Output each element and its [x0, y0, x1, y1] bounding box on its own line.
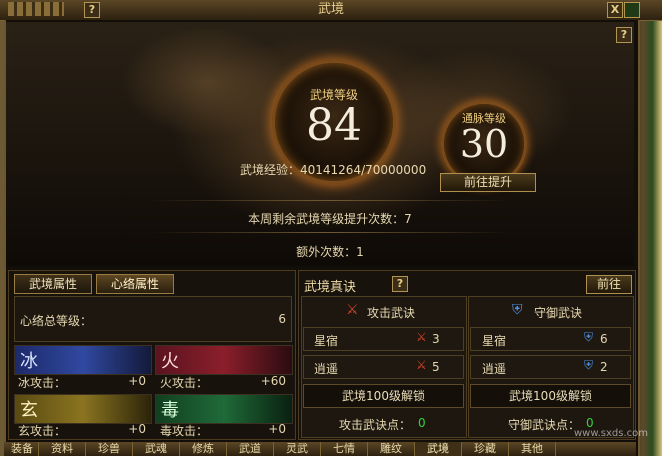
bottom-tab-equipment[interactable]: 装备: [6, 442, 39, 456]
defense-row-name: 逍遥: [482, 362, 507, 376]
defense-header: 守御武诀: [534, 306, 583, 320]
bottom-tab-wuhun[interactable]: 武魂: [133, 442, 180, 456]
xuan-glyph: 玄: [20, 400, 38, 421]
poison-glyph: 毒: [161, 400, 179, 421]
defense-unlock-slot[interactable]: 武境100级解锁: [470, 384, 631, 408]
divider: [150, 200, 510, 201]
defense-row-value: 6: [600, 332, 608, 346]
watermark: www.sxds.com: [574, 428, 649, 439]
fire-attack-label: 火攻击：: [160, 376, 209, 390]
bottom-tab-wujing[interactable]: 武境: [415, 442, 462, 456]
defense-row-name: 星宿: [482, 334, 507, 348]
xuan-attack-value: +0: [128, 422, 146, 436]
formula-help-button[interactable]: ?: [392, 276, 408, 292]
bottom-tab-qiqing[interactable]: 七情: [321, 442, 368, 456]
tab-xinluo-attributes[interactable]: 心络属性: [96, 274, 174, 294]
bottom-tab-pets[interactable]: 珍兽: [86, 442, 133, 456]
shield-icon: ⛨: [512, 302, 523, 318]
bottom-tab-lingwu[interactable]: 灵武: [274, 442, 321, 456]
shield-icon: ⛨: [584, 330, 594, 344]
attack-point-icon: ⚔: [416, 330, 427, 344]
attack-row-name: 星宿: [314, 334, 339, 348]
close-icon[interactable]: X: [607, 2, 623, 18]
divider: [150, 232, 510, 233]
ice-attack-label: 冰攻击：: [18, 376, 67, 390]
bottom-tab-wudao[interactable]: 武道: [227, 442, 274, 456]
defense-points-label: 守御武诀点：: [508, 418, 581, 432]
weekly-remaining: 本周剩余武境等级提升次数：7: [248, 212, 412, 226]
bottom-tab-training[interactable]: 修炼: [180, 442, 227, 456]
attack-row-value: 3: [432, 332, 440, 346]
total-level-value: 6: [278, 312, 286, 326]
shield-icon: ⛨: [584, 358, 594, 372]
attack-unlock-slot[interactable]: 武境100级解锁: [303, 384, 464, 408]
side-scroll-button[interactable]: [624, 2, 640, 18]
goto-upgrade-button[interactable]: 前往提升: [440, 173, 536, 192]
attack-point-icon: ⚔: [416, 358, 427, 372]
fire-glyph: 火: [161, 351, 179, 372]
defense-row-value: 2: [600, 360, 608, 374]
attack-row-value: 5: [432, 360, 440, 374]
hero-help-button[interactable]: ?: [616, 27, 632, 43]
attack-row-name: 逍遥: [314, 362, 339, 376]
attack-formula-icon: ⚔: [346, 302, 359, 318]
extra-times: 额外次数：1: [296, 245, 364, 259]
window-title: 武境: [317, 2, 344, 17]
attack-points-value: 0: [418, 416, 426, 430]
tab-wujing-attributes[interactable]: 武境属性: [14, 274, 92, 294]
fire-attack-value: +60: [260, 374, 286, 388]
bottom-tab-other[interactable]: 其他: [509, 442, 556, 456]
poison-attack-label: 毒攻击：: [160, 424, 209, 438]
xuan-attack-label: 玄攻击：: [18, 424, 67, 438]
total-level-label: 心络总等级：: [20, 314, 93, 328]
exp-text: 武境经验：40141264/70000000: [240, 163, 427, 177]
attack-points-label: 攻击武诀点：: [339, 418, 412, 432]
level-value: 84: [306, 100, 362, 151]
goto-button[interactable]: 前往: [586, 275, 632, 294]
true-formula-title: 武境真诀: [304, 280, 357, 295]
meridian-value: 30: [459, 122, 509, 166]
bottom-tab-profile[interactable]: 资料: [39, 442, 86, 456]
bottom-tab-collection[interactable]: 珍藏: [462, 442, 509, 456]
ice-attack-value: +0: [128, 374, 146, 388]
bottom-tab-diaowen[interactable]: 雕纹: [368, 442, 415, 456]
attack-header: 攻击武诀: [367, 306, 416, 320]
ice-glyph: 冰: [20, 351, 38, 372]
poison-attack-value: +0: [268, 422, 286, 436]
